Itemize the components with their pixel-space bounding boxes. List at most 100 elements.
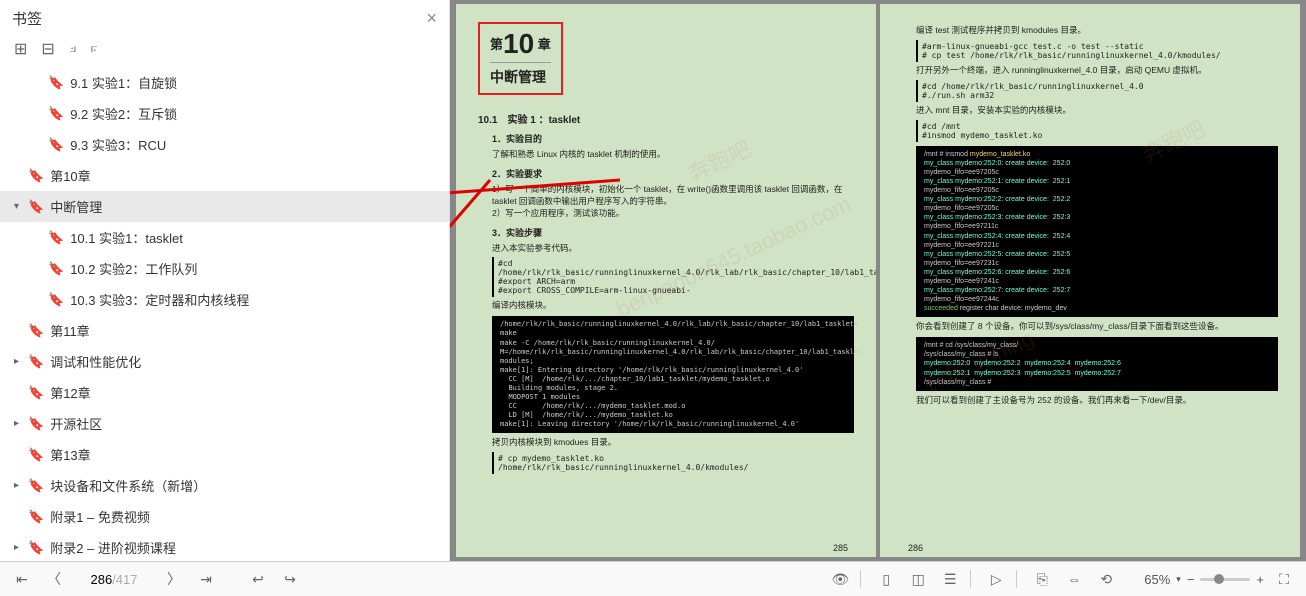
command-block: # cp mydemo_tasklet.ko /home/rlk/rlk_bas… [492, 452, 854, 474]
bookmark-label: 附录1 – 免费视频 [50, 507, 150, 526]
page-left: 奔跑吧 benpaoba645.taobao.com 第10 章 中断管理 10… [456, 4, 876, 557]
bookmark-glyph-icon: 🔖 [28, 354, 44, 370]
bookmark-item[interactable]: 🔖 10.3 实验3：定时器和内核线程 [0, 284, 449, 315]
command-block: #cd /mnt #insmod mydemo_tasklet.ko [916, 120, 1278, 142]
zoom-value: 65% [1144, 572, 1170, 587]
zoom-control[interactable]: 65% ▾ − + [1144, 572, 1264, 587]
bookmark-glyph-icon: 🔖 [28, 540, 44, 556]
bookmark-item[interactable]: ▸🔖 附录2 – 进阶视频课程 [0, 532, 449, 561]
expand-arrow-icon: ▸ [14, 418, 28, 429]
page-number: 285 [833, 543, 848, 553]
bookmark-glyph-icon: 🔖 [48, 75, 64, 91]
page-number: 286 [908, 543, 923, 553]
nav-forward-button[interactable]: ↪ [278, 567, 302, 591]
chevron-down-icon[interactable]: ▾ [1176, 574, 1181, 585]
bookmark-item[interactable]: 🔖 附录1 – 免费视频 [0, 501, 449, 532]
bookmark-label: 调试和性能优化 [50, 352, 141, 371]
bookmark-label: 第13章 [50, 445, 90, 464]
bookmark-item[interactable]: ▸🔖 调试和性能优化 [0, 346, 449, 377]
bookmark-item[interactable]: 🔖 9.1 实验1：自旋锁 [0, 67, 449, 98]
section-heading: 10.1 实验 1 ：tasklet [478, 111, 854, 126]
rotate-icon[interactable]: ⟲ [1094, 567, 1118, 591]
bookmark-glyph-icon: 🔖 [28, 385, 44, 401]
bookmark-label: 附录2 – 进阶视频课程 [50, 538, 176, 557]
command-block: #arm-linux-gnueabi-gcc test.c -o test --… [916, 40, 1278, 62]
chapter-heading-box: 第10 章 中断管理 [478, 22, 563, 95]
bookmark-outline-icon[interactable]: ⟔ [90, 39, 98, 59]
chapter-title: 中断管理 [490, 62, 551, 87]
bookmark-label: 9.3 实验3：RCU [70, 135, 166, 154]
read-mode-button[interactable]: 👁 [828, 567, 852, 591]
zoom-in-button[interactable]: + [1256, 572, 1264, 587]
single-page-icon[interactable]: ▯ [874, 567, 898, 591]
remove-bookmark-icon[interactable]: ⊟ [41, 39, 54, 59]
fullscreen-button[interactable]: ⛶ [1272, 567, 1296, 591]
bookmark-item[interactable]: 🔖 第12章 [0, 377, 449, 408]
terminal-output: /home/rlk/rlk_basic/runninglinuxkernel_4… [492, 316, 854, 433]
zoom-slider[interactable] [1200, 578, 1250, 581]
bookmarks-sidebar: 书签 × ⊞ ⊟ ⟓ ⟔ 🔖 9.1 实验1：自旋锁 🔖 9.2 实验2：互斥锁 🔖 9.… [0, 0, 450, 561]
bookmark-glyph-icon: 🔖 [28, 199, 44, 215]
expand-arrow-icon: ▸ [14, 480, 28, 491]
bookmark-glyph-icon: 🔖 [48, 261, 64, 277]
bookmark-item[interactable]: 🔖 9.3 实验3：RCU [0, 129, 449, 160]
bookmark-item[interactable]: 🔖 10.2 实验2：工作队列 [0, 253, 449, 284]
last-page-button[interactable]: ⇥ [194, 567, 218, 591]
bookmark-item[interactable]: ▾🔖 中断管理 [0, 191, 449, 222]
nav-back-button[interactable]: ↩ [246, 567, 270, 591]
terminal-output: /mnt # cd /sys/class/my_class/ /sys/clas… [916, 337, 1278, 390]
bookmark-item[interactable]: 🔖 第13章 [0, 439, 449, 470]
toolbar-footer: ⇤ 〈 286/417 〉 ⇥ ↩ ↪ 👁 ▯ ◫ ☰ ▷ ⎘ ⇔ ⟲ 65% … [0, 561, 1306, 596]
bookmark-glyph-icon: 🔖 [28, 478, 44, 494]
zoom-out-button[interactable]: − [1187, 572, 1195, 587]
bookmark-item[interactable]: 🔖 第10章 [0, 160, 449, 191]
bookmark-glyph-icon: 🔖 [28, 168, 44, 184]
autoscroll-button[interactable]: ▷ [984, 567, 1008, 591]
bookmark-glyph-icon: 🔖 [28, 323, 44, 339]
page-right: 奔跑吧 微信running 编译 test 测试程序并拷贝到 kmodules … [880, 4, 1300, 557]
bookmark-tree: 🔖 9.1 实验1：自旋锁 🔖 9.2 实验2：互斥锁 🔖 9.3 实验3：RCU 🔖 第10… [0, 67, 449, 561]
bookmark-glyph-icon: 🔖 [48, 292, 64, 308]
bookmark-label: 10.2 实验2：工作队列 [70, 259, 197, 278]
bookmark-glyph-icon: 🔖 [28, 416, 44, 432]
bookmark-glyph-icon: 🔖 [28, 509, 44, 525]
expand-arrow-icon: ▸ [14, 356, 28, 367]
bookmark-label: 开源社区 [50, 414, 102, 433]
sidebar-title: 书签 [12, 8, 42, 29]
continuous-icon[interactable]: ☰ [938, 567, 962, 591]
bookmark-item[interactable]: 🔖第11章 [0, 315, 449, 346]
close-icon[interactable]: × [426, 8, 437, 29]
bookmark-label: 块设备和文件系统（新增） [50, 476, 206, 495]
terminal-output: /mnt # insmod mydemo_tasklet.ko my_class… [916, 146, 1278, 318]
fit-page-icon[interactable]: ⎘ [1030, 567, 1054, 591]
first-page-button[interactable]: ⇤ [10, 567, 34, 591]
bookmark-glyph-icon: 🔖 [48, 106, 64, 122]
bookmark-label: 中断管理 [50, 197, 102, 216]
bookmark-label: 10.3 实验3：定时器和内核线程 [70, 290, 249, 309]
bookmark-label: 第10章 [50, 166, 90, 185]
bookmark-icon[interactable]: ⟓ [69, 39, 77, 59]
prev-page-button[interactable]: 〈 [42, 567, 66, 591]
fit-width-icon[interactable]: ⇔ [1062, 567, 1086, 591]
bookmark-label: 10.1 实验1：tasklet [70, 228, 183, 247]
bookmark-item[interactable]: ▸🔖 开源社区 [0, 408, 449, 439]
expand-arrow-icon: ▾ [14, 201, 28, 212]
bookmark-item[interactable]: ▸🔖 块设备和文件系统（新增） [0, 470, 449, 501]
bookmark-item[interactable]: 🔖 10.1 实验1：tasklet [0, 222, 449, 253]
command-block: #cd /home/rlk/rlk_basic/runninglinuxkern… [916, 80, 1278, 102]
add-bookmark-icon[interactable]: ⊞ [14, 39, 27, 59]
bookmark-item[interactable]: 🔖 9.2 实验2：互斥锁 [0, 98, 449, 129]
bookmark-glyph-icon: 🔖 [28, 447, 44, 463]
sidebar-toolbar: ⊞ ⊟ ⟓ ⟔ [0, 33, 449, 67]
two-page-icon[interactable]: ◫ [906, 567, 930, 591]
expand-arrow-icon: ▸ [14, 542, 28, 553]
command-block: #cd /home/rlk/rlk_basic/runninglinuxkern… [492, 257, 854, 297]
page-input[interactable]: 286/417 [74, 572, 154, 587]
bookmark-glyph-icon: 🔖 [48, 230, 64, 246]
bookmark-label: 9.2 实验2：互斥锁 [70, 104, 177, 123]
bookmark-glyph-icon: 🔖 [48, 137, 64, 153]
bookmark-label: 第12章 [50, 383, 90, 402]
document-viewport[interactable]: 奔跑吧 benpaoba645.taobao.com 第10 章 中断管理 10… [450, 0, 1306, 561]
next-page-button[interactable]: 〉 [162, 567, 186, 591]
bookmark-label: 9.1 实验1：自旋锁 [70, 73, 177, 92]
